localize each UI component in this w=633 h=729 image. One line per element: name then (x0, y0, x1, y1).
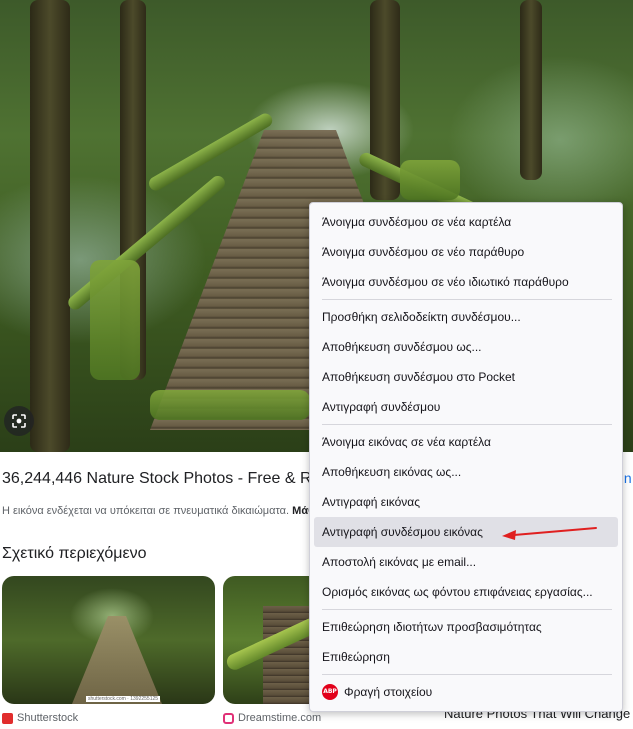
related-thumbnail[interactable] (223, 576, 323, 704)
dreamstime-icon (223, 712, 234, 724)
source-shutterstock[interactable]: Shutterstock (2, 712, 78, 724)
menu-open-link-new-tab[interactable]: Άνοιγμα συνδέσμου σε νέα καρτέλα (314, 207, 618, 237)
source-dreamstime[interactable]: Dreamstime.com (223, 712, 321, 724)
google-lens-button[interactable] (4, 406, 34, 436)
moss-patch (400, 160, 460, 200)
menu-block-element-label: Φραγή στοιχείου (344, 685, 433, 699)
result-title[interactable]: 36,244,446 Nature Stock Photos - Free & … (2, 470, 320, 488)
menu-copy-image[interactable]: Αντιγραφή εικόνας (314, 487, 618, 517)
copyright-note: Η εικόνα ενδέχεται να υπόκειται σε πνευμ… (2, 505, 314, 517)
menu-email-image[interactable]: Αποστολή εικόνας με email... (314, 547, 618, 577)
thumbnail-watermark: shutterstock.com · 1392255125 (86, 696, 161, 702)
menu-set-desktop-background[interactable]: Ορισμός εικόνας ως φόντου επιφάνειας εργ… (314, 577, 618, 607)
google-lens-icon (12, 414, 26, 428)
related-content-heading: Σχετικό περιεχόμενο (2, 545, 147, 562)
menu-save-link-pocket[interactable]: Αποθήκευση συνδέσμου στο Pocket (314, 362, 618, 392)
menu-bookmark-link[interactable]: Προσθήκη σελιδοδείκτη συνδέσμου... (314, 302, 618, 332)
shutterstock-icon (2, 712, 13, 724)
source-name: Shutterstock (17, 712, 79, 724)
menu-separator (322, 424, 612, 425)
menu-block-element[interactable]: ABP Φραγή στοιχείου (314, 677, 618, 707)
tree-trunk (30, 0, 70, 452)
copyright-text: Η εικόνα ενδέχεται να υπόκειται σε πνευμ… (2, 505, 290, 517)
menu-open-link-new-window[interactable]: Άνοιγμα συνδέσμου σε νέο παράθυρο (314, 237, 618, 267)
menu-copy-link[interactable]: Αντιγραφή συνδέσμου (314, 392, 618, 422)
tree-trunk (520, 0, 542, 180)
forest-path (72, 616, 162, 704)
source-name: Dreamstime.com (238, 712, 322, 724)
menu-separator (322, 609, 612, 610)
moss-patch (150, 390, 310, 420)
menu-inspect-accessibility[interactable]: Επιθεώρηση ιδιοτήτων προσβασιμότητας (314, 612, 618, 642)
menu-open-image-new-tab[interactable]: Άνοιγμα εικόνας σε νέα καρτέλα (314, 427, 618, 457)
menu-inspect[interactable]: Επιθεώρηση (314, 642, 618, 672)
menu-separator (322, 674, 612, 675)
menu-open-link-private-window[interactable]: Άνοιγμα συνδέσμου σε νέο ιδιωτικό παράθυ… (314, 267, 618, 297)
menu-save-link-as[interactable]: Αποθήκευση συνδέσμου ως... (314, 332, 618, 362)
related-thumbnail[interactable]: shutterstock.com · 1392255125 (2, 576, 215, 704)
context-menu: Άνοιγμα συνδέσμου σε νέα καρτέλα Άνοιγμα… (309, 202, 623, 712)
menu-save-image-as[interactable]: Αποθήκευση εικόνας ως... (314, 457, 618, 487)
moss-patch (90, 260, 140, 380)
menu-separator (322, 299, 612, 300)
adblock-plus-icon: ABP (322, 684, 338, 700)
annotation-arrow (502, 527, 597, 540)
